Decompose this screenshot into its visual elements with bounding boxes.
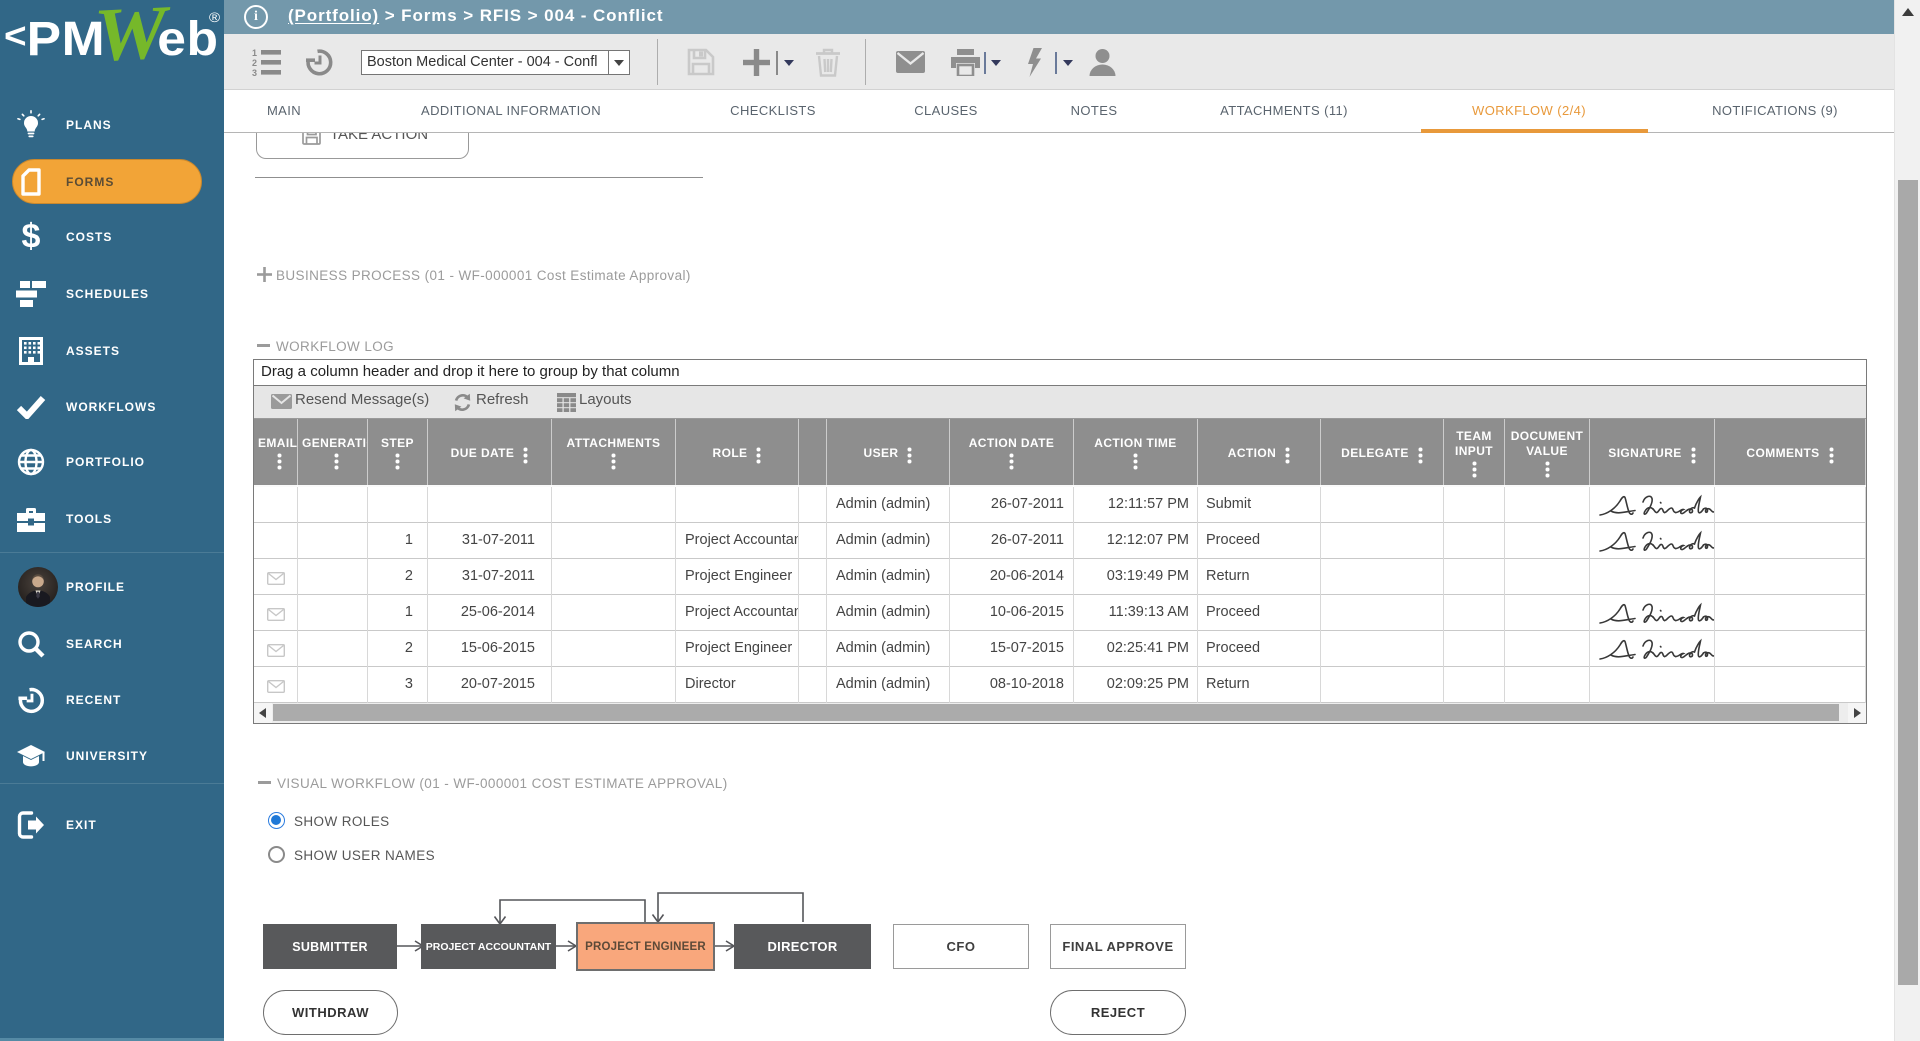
svg-text:1: 1 — [252, 48, 257, 58]
svg-text:3: 3 — [252, 68, 257, 77]
svg-text:2: 2 — [252, 58, 257, 68]
